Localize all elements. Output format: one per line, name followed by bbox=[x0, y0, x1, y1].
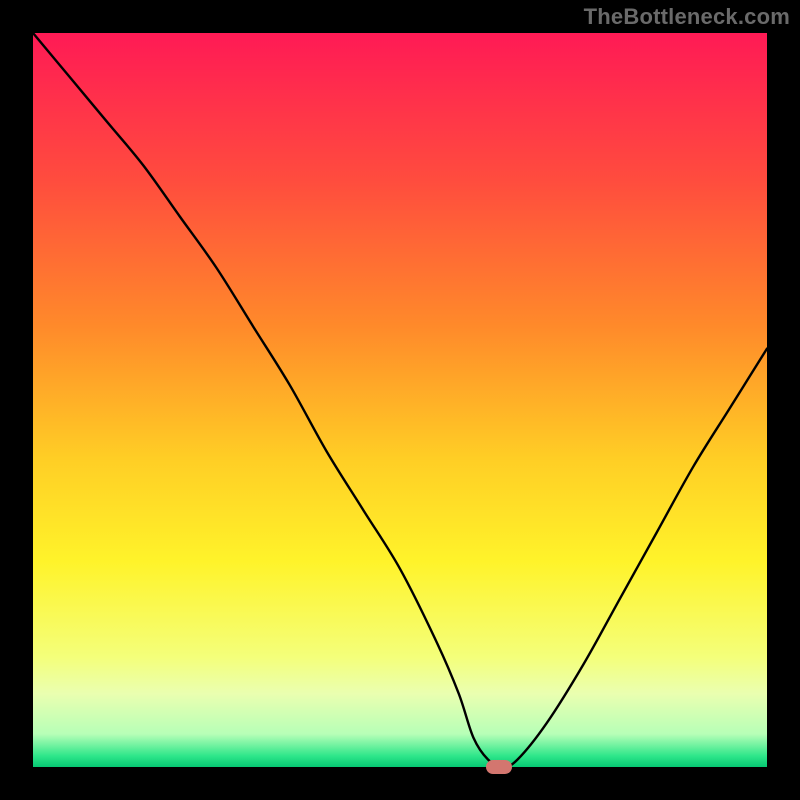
plot-area bbox=[33, 33, 767, 767]
gradient-background bbox=[33, 33, 767, 767]
chart-frame: TheBottleneck.com bbox=[0, 0, 800, 800]
watermark-text: TheBottleneck.com bbox=[584, 4, 790, 30]
chart-svg bbox=[33, 33, 767, 767]
optimal-marker bbox=[486, 760, 512, 774]
